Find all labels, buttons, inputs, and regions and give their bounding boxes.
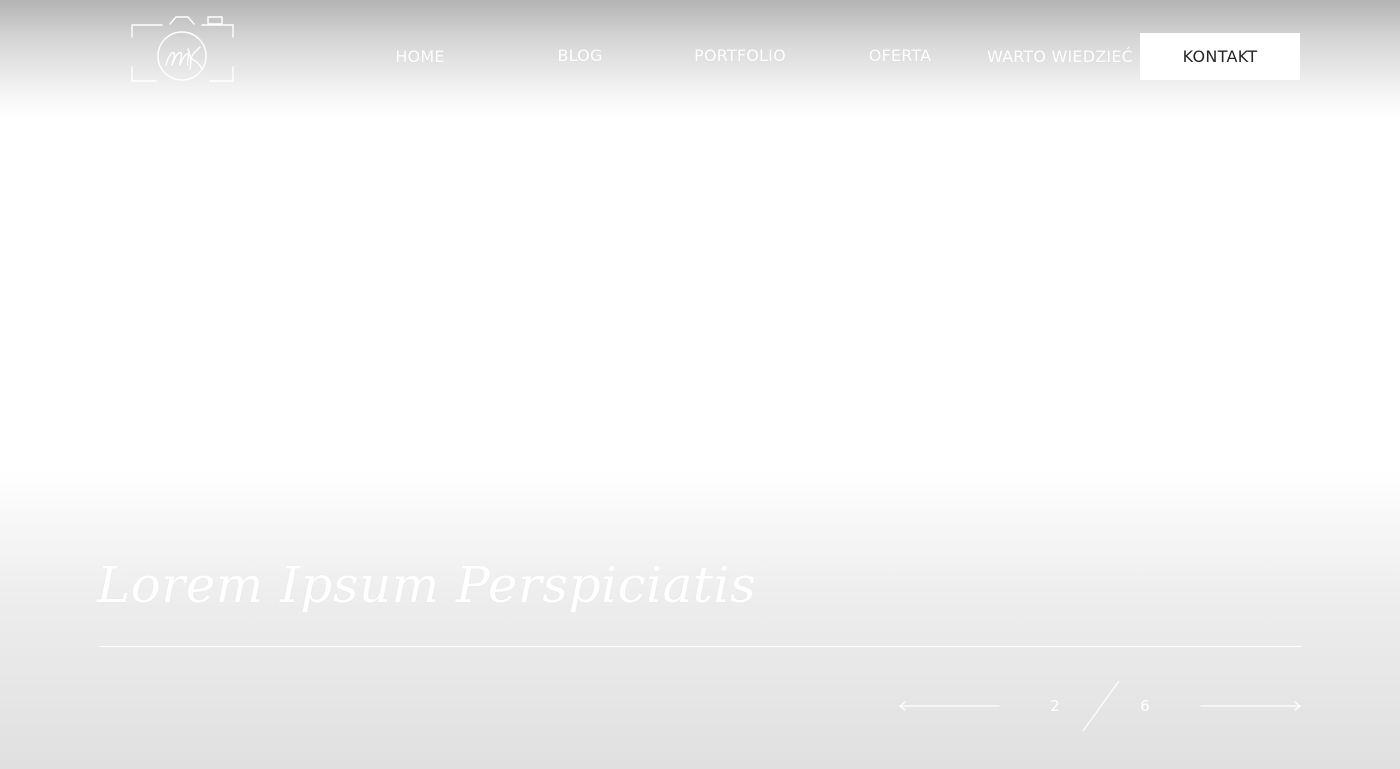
slider-next-button[interactable] xyxy=(1200,697,1302,715)
arrow-left-icon xyxy=(899,701,1000,711)
hero-divider xyxy=(100,646,1301,647)
nav-oferta[interactable]: OFERTA xyxy=(860,44,940,68)
hero-title: Lorem Ipsum Perspiciatis xyxy=(97,556,757,614)
kontakt-button[interactable]: KONTAKT xyxy=(1140,33,1300,80)
site-logo[interactable] xyxy=(130,15,236,87)
page-separator xyxy=(1080,678,1122,734)
camera-monogram-icon xyxy=(131,16,234,82)
nav-blog[interactable]: BLOG xyxy=(540,44,620,68)
nav-portfolio[interactable]: PORTFOLIO xyxy=(685,44,795,68)
nav-home[interactable]: HOME xyxy=(380,45,460,69)
hero-background xyxy=(0,0,1400,769)
slider-prev-button[interactable] xyxy=(898,697,1000,715)
nav-warto-wiedziec[interactable]: WARTO WIEDZIEĆ xyxy=(985,45,1135,69)
arrow-right-icon xyxy=(1200,701,1301,711)
slider-total-pages: 6 xyxy=(1140,697,1150,715)
slider-current-page: 2 xyxy=(1050,697,1060,715)
